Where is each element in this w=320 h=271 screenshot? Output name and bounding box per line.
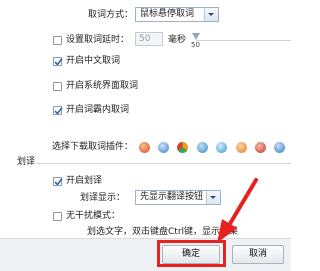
word-highlight-label: 开启词霸内取词 bbox=[66, 105, 130, 115]
system-ui-fetch-checkbox[interactable] bbox=[53, 82, 62, 91]
delay-slider-value: 50 bbox=[191, 41, 200, 49]
plugin-maxthon-icon[interactable] bbox=[274, 142, 285, 153]
system-ui-fetch-label: 开启系统界面取词 bbox=[66, 81, 139, 91]
word-highlight-checkbox[interactable] bbox=[53, 106, 63, 115]
delay-input-value: 50 bbox=[139, 34, 151, 44]
translate-display-value: 先显示翻译按钮 bbox=[140, 192, 204, 202]
chevron-down-icon bbox=[204, 8, 218, 21]
translate-section-title: 划译 bbox=[17, 157, 36, 167]
delay-input[interactable]: 50 bbox=[135, 32, 163, 46]
no-disturb-checkbox[interactable] bbox=[53, 212, 62, 221]
plugin-chrome-icon[interactable] bbox=[177, 142, 188, 153]
ok-button[interactable]: 确定 bbox=[162, 245, 220, 264]
cancel-button[interactable]: 取消 bbox=[232, 245, 284, 264]
plugin-sogou-icon[interactable] bbox=[197, 142, 208, 153]
pointer-arrow-icon bbox=[217, 178, 258, 243]
fetch-mode-label: 取词方式： bbox=[88, 10, 134, 20]
enable-translate-checkbox[interactable] bbox=[53, 177, 63, 186]
chinese-fetch-label: 开启中文取词 bbox=[66, 56, 121, 66]
translate-display-label: 划译显示： bbox=[80, 193, 126, 203]
plugins-label: 选择下载取词插件： bbox=[52, 142, 134, 152]
delay-label: 设置取词延时： bbox=[66, 35, 130, 45]
fetch-mode-select[interactable]: 鼠标悬停取词 bbox=[135, 7, 219, 22]
fetch-mode-value: 鼠标悬停取词 bbox=[140, 9, 195, 19]
chinese-fetch-checkbox[interactable] bbox=[53, 57, 63, 66]
plugin-browser-icon[interactable] bbox=[158, 142, 169, 153]
delay-slider-track[interactable] bbox=[196, 40, 291, 41]
plugin-firefox-icon[interactable] bbox=[139, 142, 150, 153]
delay-unit: 毫秒 bbox=[168, 35, 187, 45]
delay-checkbox[interactable] bbox=[53, 36, 62, 45]
plugin-ie-icon[interactable] bbox=[216, 142, 227, 153]
enable-translate-label: 开启划译 bbox=[66, 176, 103, 186]
plugin-opera-icon[interactable] bbox=[255, 142, 266, 153]
plugin-360-icon[interactable] bbox=[236, 142, 247, 153]
delay-slider-thumb[interactable] bbox=[192, 33, 200, 40]
section-divider bbox=[36, 163, 291, 164]
no-disturb-label: 无干扰模式： bbox=[66, 211, 121, 221]
